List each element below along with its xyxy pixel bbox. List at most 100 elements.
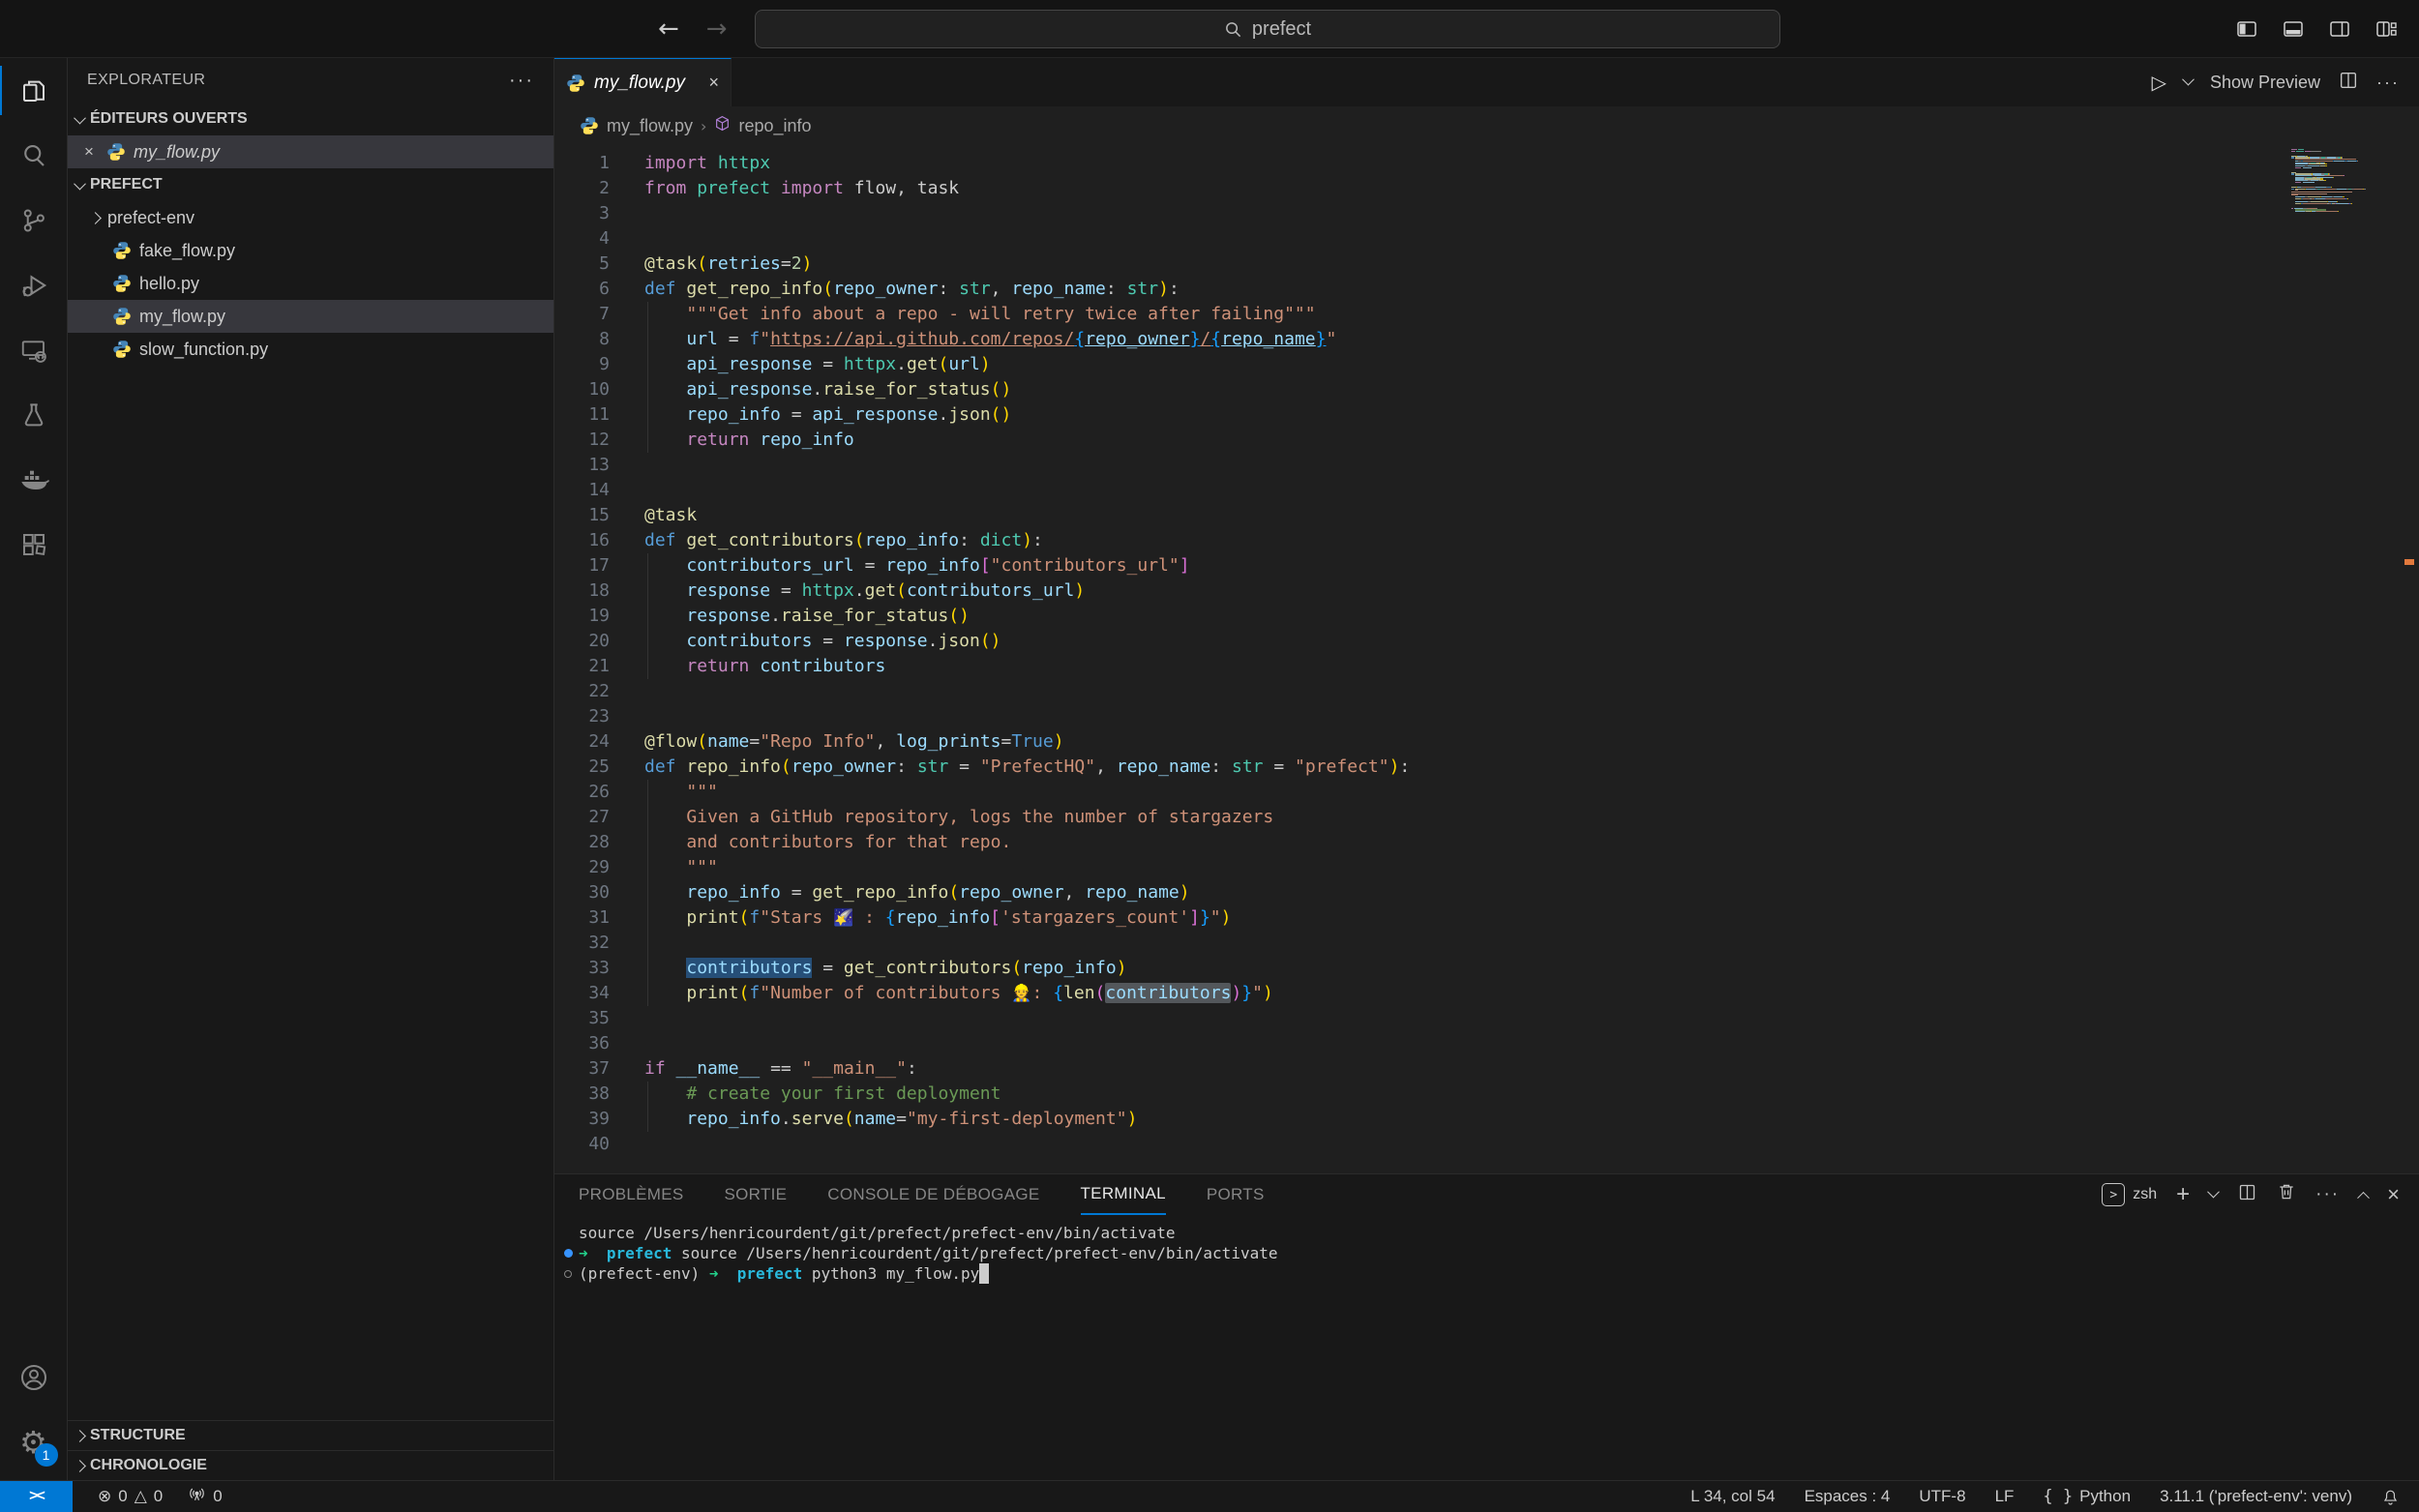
source-control-icon[interactable] — [0, 188, 68, 252]
code-line[interactable]: 12 return repo_info — [554, 428, 2419, 453]
open-editor-item[interactable]: × my_flow.py — [68, 135, 553, 168]
code-line[interactable]: 38 # create your first deployment — [554, 1082, 2419, 1107]
breadcrumb[interactable]: my_flow.py › repo_info — [554, 106, 2419, 145]
panel-tab-console-de-d-bogage[interactable]: CONSOLE DE DÉBOGAGE — [827, 1174, 1039, 1215]
project-section[interactable]: PREFECT — [68, 168, 553, 201]
code-line[interactable]: 30 repo_info = get_repo_info(repo_owner,… — [554, 880, 2419, 905]
docker-icon[interactable] — [0, 447, 68, 512]
panel-tab-terminal[interactable]: TERMINAL — [1081, 1174, 1166, 1215]
show-preview-button[interactable]: Show Preview — [2210, 73, 2320, 93]
command-decoration-icon[interactable] — [564, 1263, 579, 1284]
code-line[interactable]: 31 print(f"Stars 🌠 : {repo_info['stargaz… — [554, 905, 2419, 931]
file-tree-item[interactable]: hello.py — [68, 267, 553, 300]
command-center-search[interactable]: prefect — [755, 10, 1780, 48]
language-status[interactable]: { } Python — [2043, 1487, 2131, 1506]
toggle-primary-sidebar-icon[interactable] — [2235, 17, 2258, 41]
testing-icon[interactable] — [0, 382, 68, 447]
code-line[interactable]: 18 response = httpx.get(contributors_url… — [554, 578, 2419, 604]
code-line[interactable]: 37if __name__ == "__main__": — [554, 1056, 2419, 1082]
account-icon[interactable] — [0, 1345, 68, 1409]
code-line[interactable]: 14 — [554, 478, 2419, 503]
code-line[interactable]: 9 api_response = httpx.get(url) — [554, 352, 2419, 377]
code-line[interactable]: 16def get_contributors(repo_info: dict): — [554, 528, 2419, 553]
extensions-icon[interactable] — [0, 512, 68, 577]
code-line[interactable]: 11 repo_info = api_response.json() — [554, 402, 2419, 428]
terminal-content[interactable]: source /Users/henricourdent/git/prefect/… — [554, 1215, 2419, 1480]
panel-tab-probl-mes[interactable]: PROBLÈMES — [579, 1174, 684, 1215]
split-terminal-icon[interactable] — [2237, 1182, 2257, 1208]
code-line[interactable]: 19 response.raise_for_status() — [554, 604, 2419, 629]
tab-my-flow[interactable]: my_flow.py × — [554, 58, 732, 106]
notifications-bell-icon[interactable] — [2381, 1488, 2400, 1506]
timeline-section[interactable]: CHRONOLOGIE — [68, 1450, 553, 1480]
indentation-status[interactable]: Espaces : 4 — [1805, 1487, 1891, 1506]
code-line[interactable]: 10 api_response.raise_for_status() — [554, 377, 2419, 402]
code-line[interactable]: 5@task(retries=2) — [554, 252, 2419, 277]
code-line[interactable]: 13 — [554, 453, 2419, 478]
code-line[interactable]: 17 contributors_url = repo_info["contrib… — [554, 553, 2419, 578]
shell-badge[interactable]: > zsh — [2102, 1183, 2157, 1206]
kill-terminal-trash-icon[interactable] — [2277, 1182, 2296, 1207]
code-line[interactable]: 2from prefect import flow, task — [554, 176, 2419, 201]
code-line[interactable]: 28 and contributors for that repo. — [554, 830, 2419, 855]
remote-explorer-icon[interactable] — [0, 317, 68, 382]
code-line[interactable]: 8 url = f"https://api.github.com/repos/{… — [554, 327, 2419, 352]
toggle-secondary-sidebar-icon[interactable] — [2328, 17, 2351, 41]
encoding-status[interactable]: UTF-8 — [1919, 1487, 1965, 1506]
python-interpreter-status[interactable]: 3.11.1 ('prefect-env': venv) — [2160, 1487, 2352, 1506]
explorer-icon[interactable] — [0, 58, 68, 123]
code-line[interactable]: 7 """Get info about a repo - will retry … — [554, 302, 2419, 327]
cursor-position-status[interactable]: L 34, col 54 — [1690, 1487, 1775, 1506]
file-tree-item[interactable]: prefect-env — [68, 201, 553, 234]
customize-layout-icon[interactable] — [2374, 17, 2398, 41]
code-line[interactable]: 26 """ — [554, 780, 2419, 805]
ports-status[interactable]: 0 — [188, 1485, 222, 1508]
panel-more-actions-icon[interactable]: ··· — [2315, 1184, 2340, 1205]
history-forward-button[interactable]: → — [706, 15, 728, 44]
panel-tab-sortie[interactable]: SORTIE — [725, 1174, 788, 1215]
close-panel-icon[interactable]: × — [2387, 1182, 2400, 1207]
problems-status[interactable]: ⊗ 0 △ 0 — [98, 1487, 163, 1506]
code-line[interactable]: 33 contributors = get_contributors(repo_… — [554, 956, 2419, 981]
search-sidebar-icon[interactable] — [0, 123, 68, 188]
explorer-more-actions[interactable]: ··· — [509, 70, 534, 92]
close-icon[interactable]: × — [79, 142, 99, 162]
code-line[interactable]: 24@flow(name="Repo Info", log_prints=Tru… — [554, 729, 2419, 755]
tab-close-icon[interactable]: × — [708, 73, 719, 93]
eol-status[interactable]: LF — [1995, 1487, 2015, 1506]
terminal-dropdown-chevron-icon[interactable] — [2207, 1185, 2220, 1198]
settings-gear-icon[interactable]: ⚙ 1 — [0, 1409, 68, 1474]
code-line[interactable]: 27 Given a GitHub repository, logs the n… — [554, 805, 2419, 830]
minimap[interactable] — [2291, 149, 2380, 215]
file-tree-item[interactable]: my_flow.py — [68, 300, 553, 333]
code-line[interactable]: 1import httpx — [554, 151, 2419, 176]
code-line[interactable]: 22 — [554, 679, 2419, 704]
code-line[interactable]: 39 repo_info.serve(name="my-first-deploy… — [554, 1107, 2419, 1132]
toggle-panel-icon[interactable] — [2282, 17, 2305, 41]
code-line[interactable]: 21 return contributors — [554, 654, 2419, 679]
code-line[interactable]: 3 — [554, 201, 2419, 226]
code-line[interactable]: 34 print(f"Number of contributors 👷: {le… — [554, 981, 2419, 1006]
maximize-panel-chevron-icon[interactable] — [2357, 1191, 2370, 1203]
code-line[interactable]: 15@task — [554, 503, 2419, 528]
code-editor[interactable]: 1import httpx2from prefect import flow, … — [554, 145, 2419, 1173]
split-editor-icon[interactable] — [2338, 70, 2359, 96]
new-terminal-icon[interactable]: + — [2176, 1181, 2190, 1208]
panel-tab-ports[interactable]: PORTS — [1207, 1174, 1265, 1215]
code-line[interactable]: 25def repo_info(repo_owner: str = "Prefe… — [554, 755, 2419, 780]
remote-indicator[interactable]: >< — [0, 1481, 73, 1512]
code-line[interactable]: 32 — [554, 931, 2419, 956]
code-line[interactable]: 4 — [554, 226, 2419, 252]
code-line[interactable]: 35 — [554, 1006, 2419, 1031]
code-line[interactable]: 20 contributors = response.json() — [554, 629, 2419, 654]
more-actions-icon[interactable]: ··· — [2376, 73, 2400, 93]
run-options-chevron-icon[interactable] — [2182, 73, 2195, 85]
code-line[interactable]: 29 """ — [554, 855, 2419, 880]
history-back-button[interactable]: ← — [658, 15, 679, 44]
structure-section[interactable]: STRUCTURE — [68, 1420, 553, 1450]
file-tree-item[interactable]: fake_flow.py — [68, 234, 553, 267]
run-debug-icon[interactable] — [0, 252, 68, 317]
run-python-file-button[interactable]: ▷ — [2152, 71, 2166, 94]
code-line[interactable]: 40 — [554, 1132, 2419, 1157]
code-line[interactable]: 36 — [554, 1031, 2419, 1056]
